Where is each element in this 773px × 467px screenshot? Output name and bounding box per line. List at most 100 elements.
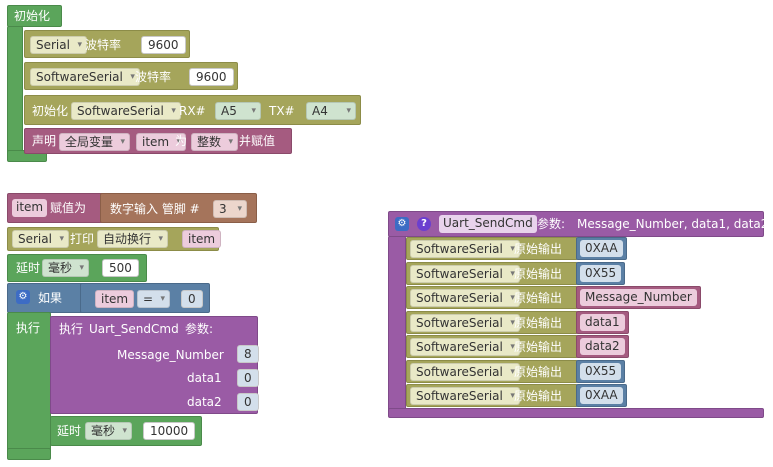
setup-block[interactable]: 初始化 <box>7 5 62 27</box>
rx-label: RX# <box>179 104 206 118</box>
serial-print-block[interactable]: Serial 打印 自动换行 item <box>7 227 222 251</box>
raw-output-label: 原始输出 <box>514 267 563 281</box>
call-procedure-block[interactable]: 执行 Uart_SendCmd 参数: Message_Number 8 dat… <box>50 316 259 414</box>
set-var-chip[interactable]: item <box>12 199 48 217</box>
help-icon[interactable]: ? <box>417 217 431 231</box>
setup-block-spine <box>7 26 23 156</box>
call-name: Uart_SendCmd <box>89 322 179 336</box>
delay2-label: 延时 <box>57 424 82 438</box>
function-params-label: 参数: <box>537 217 566 231</box>
delay2-block[interactable]: 延时 毫秒 10000 <box>50 416 202 446</box>
param-data1-value[interactable]: 0 <box>237 369 259 387</box>
set-label: 赋值为 <box>50 201 87 215</box>
delay2-value-field[interactable]: 10000 <box>143 422 196 440</box>
raw-output-number-block[interactable]: 0XAA <box>576 384 627 407</box>
raw-output-row[interactable]: SoftwareSerial原始输出 <box>406 286 578 309</box>
set-var-block[interactable]: item 赋值为 <box>7 193 103 223</box>
newline-dropdown[interactable]: 自动换行 <box>97 230 169 248</box>
function-params: Message_Number, data1, data2 <box>577 217 769 231</box>
raw-output-row[interactable]: SoftwareSerial原始输出 <box>406 311 578 334</box>
baud-label: 波特率 <box>85 38 122 52</box>
softserial-dropdown[interactable]: SoftwareSerial <box>30 68 140 86</box>
as-label: 为 <box>175 134 188 148</box>
raw-output-value[interactable]: data1 <box>580 314 625 331</box>
delay2-unit-dropdown[interactable]: 毫秒 <box>85 422 133 440</box>
digital-read-label: 数字输入 管脚 # <box>110 202 200 216</box>
raw-output-number-block[interactable]: 0XAA <box>576 237 627 260</box>
softserial-begin-block[interactable]: SoftwareSerial 波特率 9600 <box>24 62 238 90</box>
raw-output-value[interactable]: data2 <box>580 338 625 355</box>
raw-output-serial-dropdown[interactable]: SoftwareSerial <box>410 289 520 307</box>
raw-output-value[interactable]: Message_Number <box>580 289 697 306</box>
raw-output-number-block[interactable]: 0X55 <box>576 360 626 383</box>
rx-pin-dropdown[interactable]: A5 <box>215 102 261 120</box>
raw-output-serial-dropdown[interactable]: SoftwareSerial <box>410 240 520 258</box>
softserial-init-block[interactable]: 初始化 SoftwareSerial RX# A5 TX# A4 <box>24 95 361 125</box>
delay-label: 延时 <box>16 261 41 275</box>
param-message-number-value[interactable]: 8 <box>237 345 259 363</box>
function-def-block[interactable]: ⚙ ? Uart_SendCmd 参数: Message_Number, dat… <box>388 211 768 237</box>
raw-output-serial-dropdown[interactable]: SoftwareSerial <box>410 314 520 332</box>
serial-begin-block[interactable]: Serial 波特率 9600 <box>24 30 190 58</box>
tx-pin-dropdown[interactable]: A4 <box>306 102 356 120</box>
if-label: 如果 <box>38 291 63 305</box>
compare-var-chip[interactable]: item <box>95 290 135 308</box>
type-dropdown[interactable]: 整数 <box>191 133 239 151</box>
raw-output-row[interactable]: SoftwareSerial原始输出 <box>406 262 578 285</box>
gear-icon[interactable]: ⚙ <box>395 217 409 231</box>
init-serial-dropdown[interactable]: SoftwareSerial <box>71 102 181 120</box>
param-data2-value[interactable]: 0 <box>237 393 259 411</box>
raw-output-label: 原始输出 <box>514 291 563 305</box>
softserial-baud-field[interactable]: 9600 <box>189 68 234 86</box>
call-params-label: 参数: <box>185 322 214 336</box>
raw-output-value[interactable]: 0XAA <box>580 240 623 257</box>
raw-output-variable-block[interactable]: data1 <box>576 311 629 334</box>
raw-output-value[interactable]: 0X55 <box>580 363 622 380</box>
raw-output-value[interactable]: 0XAA <box>580 387 623 404</box>
print-var-chip[interactable]: item <box>182 230 222 248</box>
gear-icon[interactable]: ⚙ <box>16 290 30 304</box>
delay-value-field[interactable]: 500 <box>102 259 139 277</box>
declare-var-block[interactable]: 声明 全局变量 item 为 整数 并赋值 <box>24 128 292 154</box>
function-name-field[interactable]: Uart_SendCmd <box>439 215 537 233</box>
serial-dropdown[interactable]: Serial <box>30 36 87 54</box>
raw-output-label: 原始输出 <box>514 242 563 256</box>
raw-output-row[interactable]: SoftwareSerial原始输出 <box>406 237 578 260</box>
delay-unit-dropdown[interactable]: 毫秒 <box>42 259 90 277</box>
delay-block[interactable]: 延时 毫秒 500 <box>7 254 147 282</box>
compare-op-dropdown[interactable]: = <box>137 290 171 308</box>
raw-output-serial-dropdown[interactable]: SoftwareSerial <box>410 363 520 381</box>
compare-block[interactable]: item = 0 <box>80 283 210 313</box>
raw-output-value[interactable]: 0X55 <box>580 265 622 282</box>
raw-output-serial-dropdown[interactable]: SoftwareSerial <box>410 265 520 283</box>
print-label: 打印 <box>70 232 95 246</box>
tx-label: TX# <box>269 104 295 118</box>
function-def-spine <box>388 236 406 412</box>
assign-label: 并赋值 <box>239 134 276 148</box>
serial-baud-field[interactable]: 9600 <box>141 36 186 54</box>
if-bottom <box>7 448 51 460</box>
raw-output-serial-dropdown[interactable]: SoftwareSerial <box>410 387 520 405</box>
raw-output-variable-block[interactable]: data2 <box>576 335 629 358</box>
param-data2-label: data2 <box>187 395 222 409</box>
raw-output-label: 原始输出 <box>514 340 563 354</box>
raw-output-row[interactable]: SoftwareSerial原始输出 <box>406 384 578 407</box>
declare-label: 声明 <box>32 134 57 148</box>
setup-title: 初始化 <box>14 9 51 23</box>
param-data1-label: data1 <box>187 371 222 385</box>
raw-output-row[interactable]: SoftwareSerial原始输出 <box>406 360 578 383</box>
print-serial-dropdown[interactable]: Serial <box>12 230 69 248</box>
scope-dropdown[interactable]: 全局变量 <box>59 133 131 151</box>
raw-output-serial-dropdown[interactable]: SoftwareSerial <box>410 338 520 356</box>
digital-read-block[interactable]: 数字输入 管脚 # 3 <box>100 193 257 223</box>
compare-value-field[interactable]: 0 <box>181 290 203 308</box>
softserial-baud-label: 波特率 <box>135 70 172 84</box>
call-label: 执行 <box>59 322 84 336</box>
if-block[interactable]: ⚙ 如果 <box>7 283 83 313</box>
raw-output-label: 原始输出 <box>514 365 563 379</box>
raw-output-number-block[interactable]: 0X55 <box>576 262 626 285</box>
raw-output-row[interactable]: SoftwareSerial原始输出 <box>406 335 578 358</box>
raw-output-variable-block[interactable]: Message_Number <box>576 286 701 309</box>
pin-dropdown[interactable]: 3 <box>213 200 247 218</box>
init-label: 初始化 <box>32 104 69 118</box>
